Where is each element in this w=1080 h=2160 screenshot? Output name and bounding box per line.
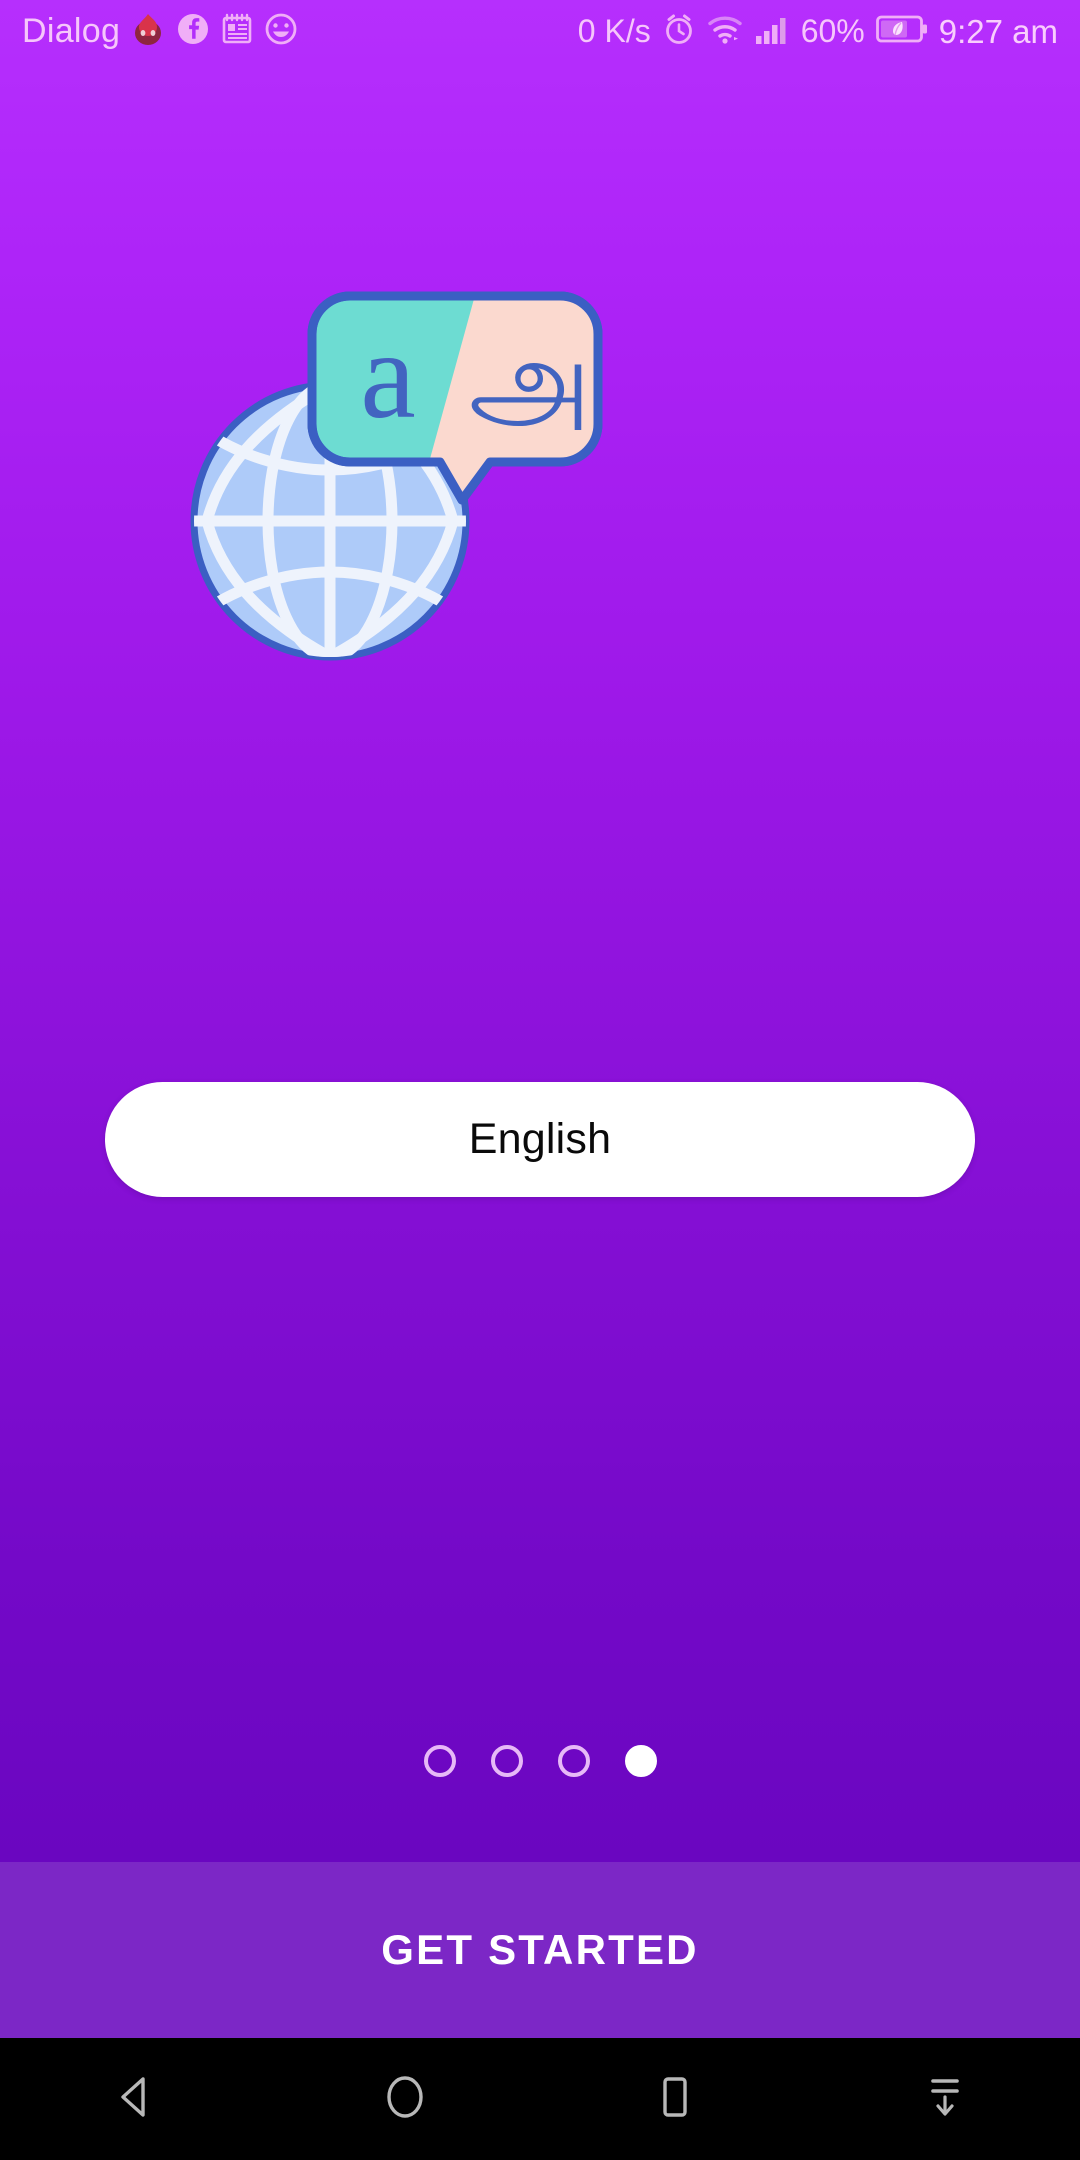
bubble-latin-glyph: a xyxy=(360,307,415,445)
status-bar: Dialog 0 K/s 60% 9:27 am xyxy=(0,0,1080,62)
flame-app-icon xyxy=(131,12,165,51)
get-started-label: GET STARTED xyxy=(381,1926,699,1973)
nav-back-button[interactable] xyxy=(55,2038,215,2160)
recents-square-icon xyxy=(649,2071,701,2128)
notification-pulldown-icon xyxy=(919,2071,971,2128)
page-dot-1[interactable] xyxy=(423,1745,456,1777)
clock-label: 9:27 am xyxy=(938,12,1058,50)
page-dot-4[interactable] xyxy=(624,1745,657,1777)
alarm-clock-icon xyxy=(662,12,696,51)
get-started-button[interactable]: GET STARTED xyxy=(0,1862,1080,2038)
signal-bars-icon xyxy=(754,13,790,50)
nav-pulldown-button[interactable] xyxy=(865,2038,1025,2160)
app-screen: Dialog 0 K/s 60% 9:27 am a அ English GET… xyxy=(0,0,1080,2160)
nav-recents-button[interactable] xyxy=(595,2038,755,2160)
notepad-icon xyxy=(221,12,253,51)
globe-translate-illustration: a அ xyxy=(185,276,605,696)
battery-percent-label: 60% xyxy=(800,13,865,49)
battery-saver-icon xyxy=(875,14,928,49)
nav-home-button[interactable] xyxy=(325,2038,485,2160)
language-select-value: English xyxy=(468,1115,612,1163)
android-nav-bar xyxy=(0,2038,1080,2160)
page-dot-2[interactable] xyxy=(490,1745,523,1777)
home-circle-icon xyxy=(379,2071,431,2128)
smiley-icon xyxy=(264,12,298,51)
page-dot-3[interactable] xyxy=(557,1745,590,1777)
back-triangle-icon xyxy=(109,2071,161,2128)
status-bar-right: 0 K/s 60% 9:27 am xyxy=(578,12,1058,51)
language-select-button[interactable]: English xyxy=(105,1082,975,1197)
facebook-icon xyxy=(176,12,210,51)
carrier-label: Dialog xyxy=(22,12,121,50)
bubble-tamil-glyph: அ xyxy=(469,315,591,443)
onboarding-page-indicator xyxy=(0,1745,1080,1777)
wifi-icon xyxy=(707,14,743,49)
network-speed-label: 0 K/s xyxy=(577,13,651,49)
status-bar-left: Dialog xyxy=(22,12,298,51)
